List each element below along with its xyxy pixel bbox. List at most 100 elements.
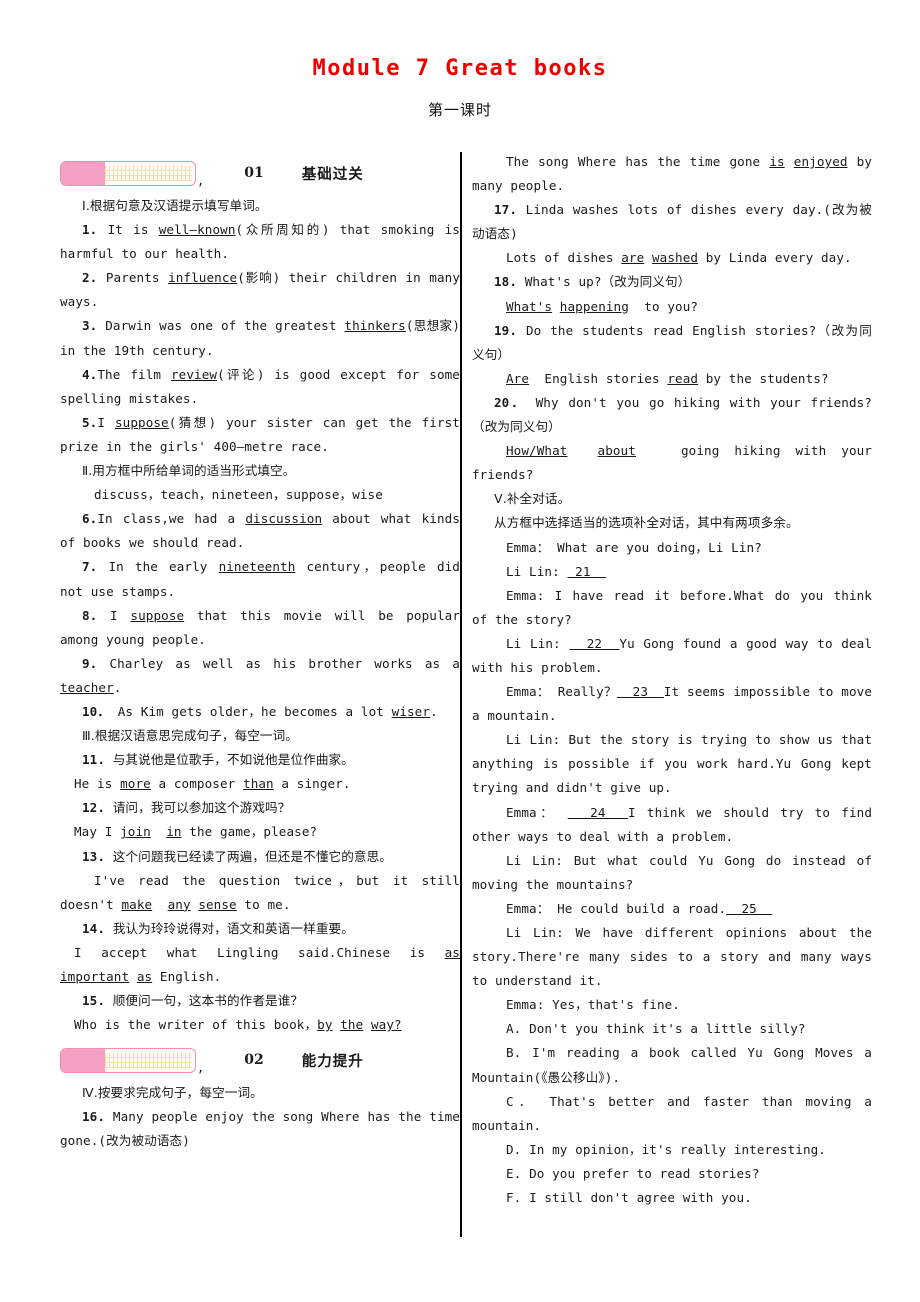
dialogue-blank-23[interactable]: 23 [617, 684, 664, 699]
question-item: 8. I suppose that this movie will be pop… [60, 607, 461, 647]
page-header: Module 7 Great books 第一课时 [0, 0, 920, 120]
dialogue-speaker: Li Lin: [506, 925, 564, 940]
question-item: 9. Charley as well as his brother works … [60, 655, 460, 695]
dialogue-line: Emma： Really？ 23 It seems impossible to … [472, 684, 873, 724]
option-key: A. [506, 1021, 522, 1037]
item-chinese: 这个问题我已经读了两遍，但还是不懂它的意思。 [112, 848, 392, 864]
page-title: Module 7 Great books [312, 56, 608, 81]
dialogue-line: Emma: Yes，that's fine. [472, 993, 872, 1017]
section-banner-comma: , [197, 1061, 205, 1076]
dialogue-text: What are you doing，Li Lin? [557, 539, 762, 555]
option-item[interactable]: B. I'm reading a book called Yu Gong Mov… [472, 1041, 872, 1089]
option-item[interactable]: E. Do you prefer to read stories? [472, 1162, 872, 1186]
dialogue-speaker: Emma： [506, 900, 550, 916]
item-text: Darwin was one of the greatest thinkers(… [60, 318, 460, 358]
question-item: 15. 顺便问一句，这本书的作者是谁？ [60, 989, 460, 1013]
dialogue-line: Emma: I have read it before.What do you … [472, 584, 872, 632]
item-chinese: 顺便问一句，这本书的作者是谁？ [112, 993, 304, 1009]
question-item: 3. Darwin was one of the greatest thinke… [60, 314, 460, 362]
question-item: 11. 与其说他是位歌手，不如说他是位作曲家。 [60, 748, 460, 772]
dialogue-line: Li Lin: 22 Yu Gong found a good way to d… [472, 635, 873, 675]
progress-bar-decoration [60, 1047, 196, 1073]
item-text: Parents influence(影响) their children in … [60, 270, 461, 310]
dialogue-text: Yes，that's fine. [552, 997, 681, 1013]
question-item: 4.The film review(评论) is good except for… [60, 363, 460, 411]
dialogue-blank-24[interactable]: 24 [568, 805, 628, 820]
progress-bar-decoration [60, 160, 196, 186]
progress-bar-hatch [105, 165, 192, 181]
part-heading-3: Ⅲ.根据汉语意思完成句子，每空一词。 [82, 728, 298, 744]
section-name-02: 能力提升 [301, 1053, 364, 1070]
option-item[interactable]: A. Don't you think it's a little silly? [472, 1017, 872, 1041]
dialogue-speaker: Li Lin: [506, 635, 561, 651]
option-key: C． [506, 1093, 537, 1109]
answer-line: How/What about going hiking with your fr… [472, 443, 872, 483]
item-number: 14. [82, 920, 106, 936]
item-text: The film review(评论) is good except for s… [60, 366, 460, 406]
part-5-subheading: 从方框中选择适当的选项补全对话，其中有两项多余。 [494, 515, 799, 531]
option-text: In my opinion，it's really interesting. [529, 1141, 826, 1157]
dialogue-speaker: Emma: [506, 587, 545, 603]
item-number: 3. [82, 318, 98, 334]
section-number-02: 02 [244, 1052, 264, 1069]
question-item: 7. In the early nineteenth century，peopl… [60, 559, 460, 599]
option-item[interactable]: D. In my opinion，it's really interesting… [472, 1138, 872, 1162]
option-text: Do you prefer to read stories? [529, 1165, 760, 1181]
item-number: 4. [82, 366, 98, 382]
progress-bar-fill [61, 161, 106, 185]
option-item[interactable]: C． That's better and faster than moving … [472, 1090, 872, 1138]
progress-bar-hatch [105, 1052, 192, 1068]
item-chinese: 请问，我可以参加这个游戏吗？ [112, 800, 291, 816]
item-number: 18. [494, 274, 518, 290]
dialogue-blank-25[interactable]: 25 [726, 901, 772, 916]
item-number: 1. [82, 222, 98, 238]
question-item: 19. Do the students read English stories… [472, 322, 872, 362]
dialogue-line: Li Lin: But the story is trying to show … [472, 728, 872, 800]
item-chinese: 我认为玲玲说得对，语文和英语一样重要。 [112, 920, 354, 936]
question-item: 2. Parents influence(影响) their children … [60, 266, 460, 314]
option-item[interactable]: F. I still don't agree with you. [472, 1186, 872, 1210]
dialogue-speaker: Li Lin: [506, 563, 560, 579]
question-item: 1. It is well—known(众所周知的) that smoking … [60, 218, 460, 266]
item-number: 5. [82, 414, 98, 430]
part-heading-1: Ⅰ.根据句意及汉语提示填写单词。 [82, 198, 268, 213]
answer-line: Who is the writer of this book，by the wa… [74, 1017, 402, 1033]
dialogue-line: Li Lin: We have different opinions about… [472, 921, 872, 993]
dialogue-speaker: Li Lin: [506, 732, 561, 748]
dialogue-speaker: Emma： [506, 539, 550, 555]
answer-line: He is more a composer than a singer. [74, 776, 351, 792]
part-heading-5: Ⅴ.补全对话。 [494, 491, 571, 507]
column-divider [460, 152, 462, 1237]
item-number: 10． [82, 703, 111, 719]
question-item: 17. Linda washes lots of dishes every da… [472, 202, 872, 242]
dialogue-blank-22[interactable]: 22 [569, 636, 619, 651]
answer-line: Are English stories read by the students… [506, 370, 829, 386]
progress-bar-fill [61, 1048, 106, 1072]
option-key: D. [506, 1141, 522, 1157]
question-item: 10． As Kim gets older，he becomes a lot w… [82, 703, 438, 719]
section-banner-01: , 01 基础过关 [60, 158, 460, 188]
dialogue-speaker: Li Lin: [506, 852, 563, 868]
answer-line: What's happening to you? [506, 298, 699, 314]
dialogue-speaker: Emma: [506, 997, 545, 1013]
item-text: It is well—known(众所周知的) that smoking is … [60, 222, 460, 262]
section-banner-02: , 02 能力提升 [60, 1045, 460, 1075]
dialogue-speaker: Emma： [506, 684, 550, 700]
item-number: 20． [494, 394, 526, 410]
section-number-01: 01 [244, 165, 264, 181]
answer-line: I've read the question twice，but it stil… [60, 872, 460, 912]
question-item: 14. 我认为玲玲说得对，语文和英语一样重要。 [60, 917, 460, 941]
word-box: discuss，teach，nineteen，suppose，wise [94, 487, 383, 503]
answer-line: May I join in the game，please? [74, 824, 318, 840]
item-number: 17. [494, 202, 518, 218]
item-chinese: 与其说他是位歌手，不如说他是位作曲家。 [112, 752, 354, 768]
part-heading-2: Ⅱ.用方框中所给单词的适当形式填空。 [82, 463, 296, 479]
dialogue-line: Emma： 24 I think we should try to find o… [472, 804, 872, 844]
question-item: 16. Many people enjoy the song Where has… [60, 1109, 460, 1149]
question-item: 18. What's up?（改为同义句） [494, 274, 691, 290]
question-item: 12. 请问，我可以参加这个游戏吗？ [60, 796, 460, 820]
dialogue-blank-21[interactable]: 21 [567, 564, 605, 579]
item-number: 15. [82, 993, 106, 1009]
item-number: 6. [82, 511, 98, 527]
left-column: , 01 基础过关 Ⅰ.根据句意及汉语提示填写单词。 1. It is well… [60, 150, 460, 1245]
